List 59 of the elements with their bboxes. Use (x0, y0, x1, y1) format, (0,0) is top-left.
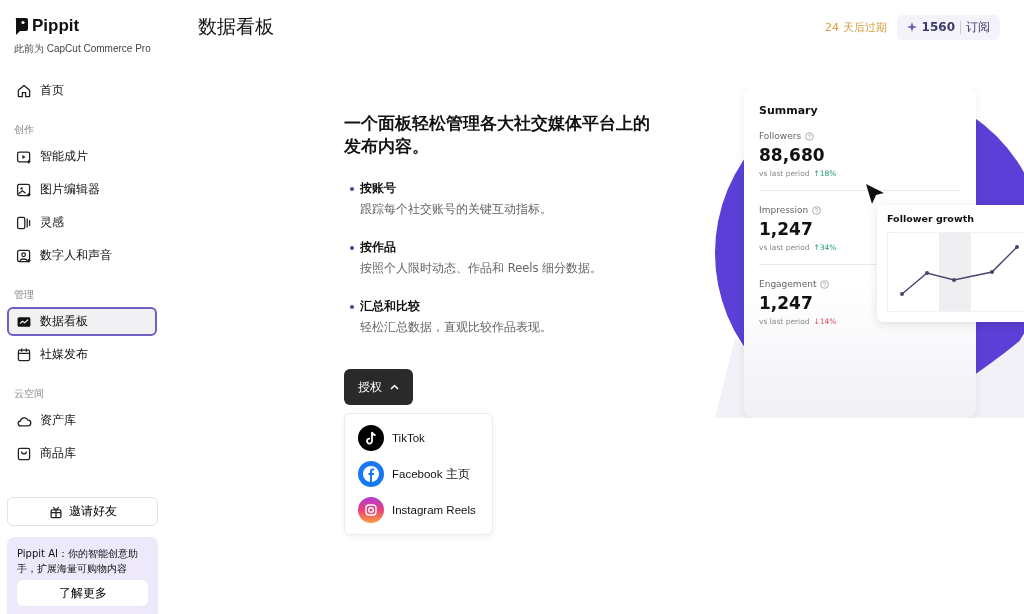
bullet-icon (350, 304, 354, 309)
metric-value: 1,247 (759, 293, 814, 313)
invite-button[interactable]: 邀请好友 (7, 497, 158, 526)
gift-icon (48, 504, 63, 519)
summary-title: Summary (759, 104, 819, 117)
feature-title: 按作品 (360, 239, 396, 256)
intro-heading: 一个面板轻松管理各大社交媒体平台上的发布内容。 (344, 113, 651, 158)
calendar-icon (16, 346, 32, 363)
help-icon (812, 205, 822, 215)
section-label: 云空间 (13, 387, 45, 401)
feature-title: 汇总和比较 (360, 298, 420, 315)
help-icon (805, 131, 815, 141)
sidebar-item[interactable]: 首页 (7, 76, 157, 105)
logo-text: Pippit (32, 16, 80, 36)
cards-icon (16, 214, 32, 231)
bullet-icon (350, 245, 354, 250)
help-icon (820, 279, 830, 289)
image-sparkle-icon (16, 181, 32, 198)
cursor-icon (865, 183, 885, 205)
metric-label: Impression (759, 205, 809, 215)
authorize-button[interactable]: 授权 (344, 369, 413, 405)
promo-text: Pippit AI：你的智能创意助手，扩展海量可购物内容 (17, 547, 139, 576)
avatar-icon (16, 247, 32, 264)
home-icon (16, 82, 32, 99)
sidebar-item[interactable]: 智能成片 (7, 142, 157, 171)
logo-subtitle: 此前为 CapCut Commerce Pro (13, 42, 152, 56)
feature-description: 跟踪每个社交账号的关键互动指标。 (360, 202, 553, 217)
sidebar-item[interactable]: 数字人和声音 (7, 241, 157, 270)
metric-value: 88,680 (759, 145, 826, 165)
section-label: 创作 (13, 123, 35, 137)
sidebar-item[interactable]: 商品库 (7, 439, 157, 468)
sidebar-item[interactable]: 资产库 (7, 406, 157, 435)
logo-icon (14, 17, 28, 35)
feature-description: 按照个人限时动态、作品和 Reels 细分数据。 (360, 261, 604, 276)
sidebar-item[interactable]: 数据看板 (7, 307, 157, 336)
section-label: 管理 (13, 288, 35, 302)
platform-option[interactable]: Instagram Reels (345, 492, 492, 528)
sidebar-item[interactable]: 灵感 (7, 208, 157, 237)
bullet-icon (350, 186, 354, 191)
sparkle-icon (906, 22, 917, 32)
sidebar-item[interactable]: 社媒发布 (7, 340, 157, 369)
bag-icon (16, 445, 32, 462)
caret-icon (390, 384, 399, 390)
subscribe-link[interactable]: 订阅 (966, 18, 990, 36)
note-icon (358, 425, 384, 451)
page-title: 数据看板 (198, 14, 274, 39)
credits-count: 1560 (921, 20, 955, 34)
platform-option[interactable]: TikTok (345, 420, 492, 456)
metric-label: Engagement (759, 279, 817, 289)
sidebar-item[interactable]: 图片编辑器 (7, 175, 157, 204)
metric-label: Followers (759, 131, 802, 141)
feature-description: 轻松汇总数据，直观比较作品表现。 (360, 320, 553, 335)
growth-title: Follower growth (887, 213, 975, 224)
facebook-icon (358, 461, 384, 487)
platform-option[interactable]: Facebook 主页 (345, 456, 492, 492)
feature-title: 按账号 (360, 180, 396, 197)
expiry-text: 24 天后过期 (825, 19, 887, 35)
learn-more-button[interactable]: 了解更多 (17, 580, 148, 606)
camera-icon (358, 497, 384, 523)
